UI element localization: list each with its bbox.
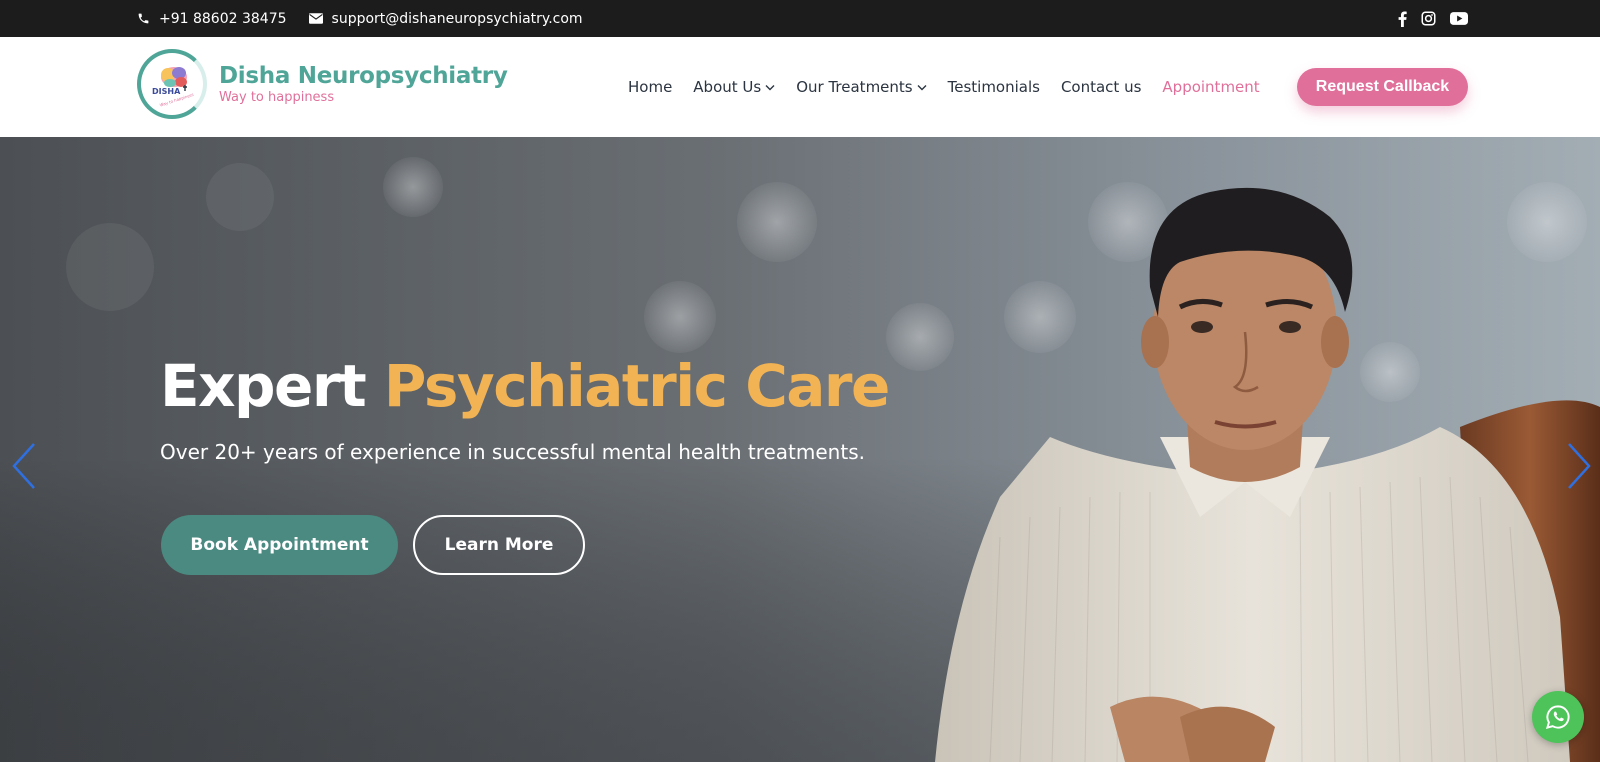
logo-mark-text: DISHA — [152, 87, 181, 96]
main-nav: Home About Us Our Treatments Testimonial… — [628, 37, 1281, 137]
nav-about-us-label: About Us — [693, 78, 762, 96]
social-links — [1398, 0, 1468, 37]
learn-more-button[interactable]: Learn More — [413, 515, 585, 575]
chevron-down-icon — [917, 84, 927, 90]
whatsapp-icon — [1545, 705, 1570, 730]
nav-appointment[interactable]: Appointment — [1162, 78, 1259, 96]
nav-home[interactable]: Home — [628, 78, 672, 96]
chevron-right-icon — [1568, 443, 1591, 489]
request-callback-button[interactable]: Request Callback — [1297, 68, 1468, 106]
email-address: support@dishaneuropsychiatry.com — [331, 10, 583, 27]
nav-about-us[interactable]: About Us — [693, 78, 775, 96]
hero-title-accent: Psychiatric Care — [383, 352, 890, 420]
facebook-icon[interactable] — [1398, 11, 1407, 27]
phone-icon — [138, 13, 149, 24]
nav-our-treatments-label: Our Treatments — [796, 78, 913, 96]
nav-testimonials-label: Testimonials — [947, 78, 1040, 96]
nav-contact-us[interactable]: Contact us — [1061, 78, 1141, 96]
hero-slider: Expert Psychiatric Care Over 20+ years o… — [0, 137, 1600, 762]
top-contact-bar: +91 88602 38475 support@dishaneuropsychi… — [0, 0, 1600, 37]
chevron-down-icon — [765, 84, 775, 90]
slider-next-button[interactable] — [1565, 442, 1593, 495]
phone-number: +91 88602 38475 — [159, 10, 287, 27]
hero-title-main: Expert — [160, 352, 367, 420]
nav-home-label: Home — [628, 78, 673, 96]
youtube-icon[interactable] — [1450, 12, 1468, 25]
nav-testimonials[interactable]: Testimonials — [948, 78, 1040, 96]
envelope-icon — [308, 13, 323, 24]
contact-info: +91 88602 38475 support@dishaneuropsychi… — [137, 0, 605, 37]
nav-contact-us-label: Contact us — [1060, 78, 1142, 96]
logo-mark: DISHA Way to happiness — [137, 49, 207, 119]
hero-subtitle: Over 20+ years of experience in successf… — [160, 440, 865, 464]
logo-text: Disha Neuropsychiatry Way to happiness — [219, 63, 508, 105]
slider-prev-button[interactable] — [10, 442, 38, 495]
whatsapp-button[interactable] — [1532, 691, 1584, 743]
chevron-left-icon — [12, 443, 35, 489]
nav-appointment-label: Appointment — [1162, 78, 1260, 96]
nav-our-treatments[interactable]: Our Treatments — [796, 78, 927, 96]
email-link[interactable]: support@dishaneuropsychiatry.com — [308, 10, 583, 27]
logo-tagline: Way to happiness — [219, 90, 335, 105]
site-header: DISHA Way to happiness Disha Neuropsychi… — [0, 37, 1600, 137]
hero-title: Expert Psychiatric Care — [160, 352, 890, 420]
instagram-icon[interactable] — [1421, 11, 1436, 26]
logo-title: Disha Neuropsychiatry — [219, 63, 508, 89]
site-logo[interactable]: DISHA Way to happiness Disha Neuropsychi… — [137, 49, 508, 119]
book-appointment-button[interactable]: Book Appointment — [161, 515, 398, 575]
phone-link[interactable]: +91 88602 38475 — [137, 11, 287, 27]
